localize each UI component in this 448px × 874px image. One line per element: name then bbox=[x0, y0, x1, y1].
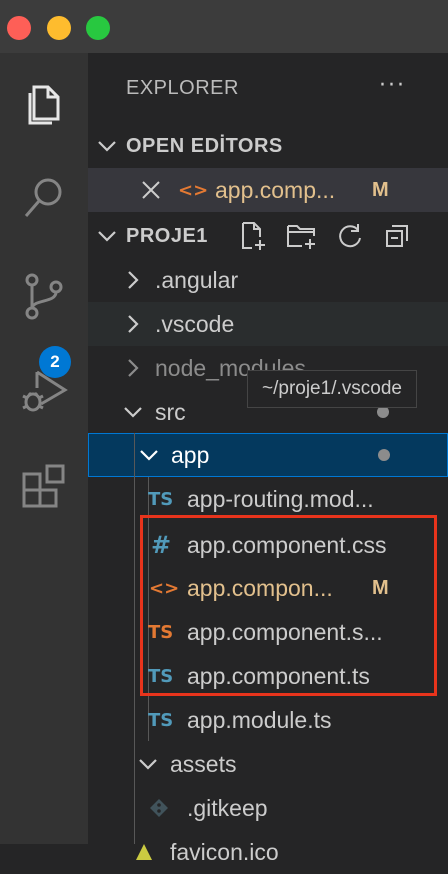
new-folder-icon[interactable] bbox=[286, 221, 318, 251]
collapse-all-icon[interactable] bbox=[384, 223, 410, 249]
extensions-button[interactable] bbox=[0, 446, 88, 526]
open-editors-title: OPEN EDİTORS bbox=[126, 134, 283, 157]
path-tooltip: ~/proje1/.vscode bbox=[247, 370, 417, 408]
html-file-icon: <> bbox=[178, 179, 209, 201]
chevron-right-icon bbox=[128, 315, 139, 333]
source-control-icon bbox=[25, 273, 63, 320]
run-debug-button[interactable] bbox=[0, 351, 88, 431]
close-icon[interactable] bbox=[140, 179, 162, 201]
close-window-button[interactable] bbox=[7, 16, 31, 40]
tree-item-label: .vscode bbox=[155, 310, 235, 337]
favicon-file-icon bbox=[136, 844, 152, 860]
modified-badge: M bbox=[372, 178, 389, 201]
tree-item-label: favicon.ico bbox=[170, 838, 279, 865]
open-editors-header[interactable]: OPEN EDİTORS bbox=[88, 124, 448, 168]
explorer-title: EXPLORER bbox=[126, 77, 239, 99]
highlight-box bbox=[140, 515, 437, 696]
tree-item-vscode[interactable]: .vscode bbox=[88, 302, 448, 346]
open-editor-item[interactable]: <> app.comp... M bbox=[88, 168, 448, 212]
chevron-right-icon bbox=[128, 359, 139, 377]
refresh-icon[interactable] bbox=[336, 222, 364, 250]
typescript-file-icon: TS bbox=[148, 488, 174, 510]
tree-item-favicon[interactable]: favicon.ico bbox=[88, 830, 448, 874]
maximize-window-button[interactable] bbox=[86, 16, 110, 40]
chevron-down-icon bbox=[98, 141, 116, 152]
explorer-sidebar: EXPLORER ··· OPEN EDİTORS <> app.comp...… bbox=[88, 53, 448, 865]
extensions-icon bbox=[22, 464, 65, 508]
files-icon bbox=[28, 85, 60, 125]
minimize-window-button[interactable] bbox=[47, 16, 71, 40]
chevron-down-icon bbox=[124, 407, 142, 418]
tree-item-label: app bbox=[171, 441, 210, 468]
modified-dot bbox=[378, 449, 390, 461]
more-actions-icon[interactable]: ··· bbox=[379, 73, 406, 98]
tree-item-label: app.module.ts bbox=[187, 706, 332, 733]
title-bar bbox=[0, 0, 448, 53]
chevron-down-icon bbox=[139, 759, 157, 770]
new-file-icon[interactable] bbox=[238, 221, 268, 251]
activity-bar: 2 bbox=[0, 53, 88, 844]
project-title: PROJE1 bbox=[126, 224, 208, 247]
git-file-icon bbox=[150, 799, 168, 817]
tree-item-label: .gitkeep bbox=[187, 794, 268, 821]
tree-item-module-ts[interactable]: TS app.module.ts bbox=[88, 698, 448, 742]
tree-item-angular[interactable]: .angular bbox=[88, 258, 448, 302]
typescript-file-icon: TS bbox=[148, 709, 174, 731]
chevron-down-icon bbox=[98, 231, 116, 242]
open-editor-label: app.comp... bbox=[215, 176, 336, 203]
explorer-button[interactable] bbox=[0, 63, 88, 143]
tree-item-label: assets bbox=[170, 750, 237, 777]
run-debug-icon bbox=[22, 370, 68, 412]
chevron-right-icon bbox=[128, 271, 139, 289]
tree-item-gitkeep[interactable]: .gitkeep bbox=[88, 786, 448, 830]
chevron-down-icon bbox=[140, 450, 158, 461]
tree-item-label: .angular bbox=[155, 266, 239, 293]
tree-item-assets[interactable]: assets bbox=[88, 742, 448, 786]
tree-item-label: app-routing.mod... bbox=[187, 485, 374, 512]
tree-item-app[interactable]: app bbox=[88, 433, 448, 477]
source-control-button[interactable] bbox=[0, 256, 88, 336]
search-button[interactable] bbox=[0, 158, 88, 238]
search-icon bbox=[24, 178, 62, 217]
tree-item-label: src bbox=[155, 398, 186, 425]
project-header[interactable]: PROJE1 bbox=[88, 214, 448, 258]
